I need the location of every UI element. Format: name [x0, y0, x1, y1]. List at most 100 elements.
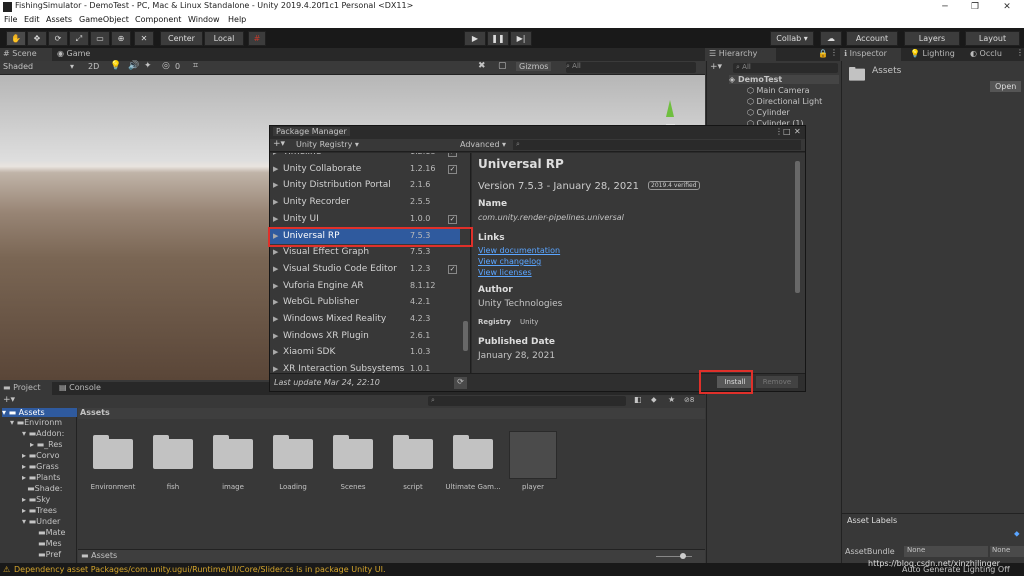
more-options-icon[interactable]: ⋮ — [1016, 48, 1024, 57]
cloud-icon[interactable]: ☁ — [820, 31, 842, 46]
remove-button[interactable]: Remove — [756, 376, 798, 388]
pm-detail-scrollbar[interactable] — [795, 161, 800, 293]
hierarchy-item[interactable]: ⬡ Directional Light — [747, 97, 822, 106]
tree-item[interactable]: ▬Pref — [38, 550, 61, 559]
advanced-dropdown[interactable]: Advanced ▾ — [460, 140, 506, 149]
pivot-local-button[interactable]: Local — [204, 31, 244, 46]
asset-bundle-variant-dropdown[interactable]: None — [990, 546, 1024, 557]
rotate-tool-icon[interactable]: ⟳ — [48, 31, 68, 46]
scene-search-input[interactable]: ⌕ All — [566, 62, 696, 73]
tree-item[interactable]: ▸ ▬Plants — [22, 473, 60, 482]
pm-list-scrollbar[interactable] — [463, 321, 468, 351]
open-button[interactable]: Open — [990, 81, 1022, 92]
expand-arrow-icon[interactable]: ▶ — [273, 328, 278, 344]
grid-snap-icon[interactable]: # — [248, 31, 266, 46]
menu-edit[interactable]: Edit — [24, 15, 40, 24]
tree-item[interactable]: ▬Mes — [38, 539, 62, 548]
hand-tool-icon[interactable]: ✋ — [6, 31, 26, 46]
tree-item[interactable]: ▸ ▬Grass — [22, 462, 59, 471]
package-row[interactable]: ▶ Vuforia Engine AR 8.1.12 — [270, 278, 460, 294]
slider-handle[interactable] — [680, 553, 686, 559]
hierarchy-search-input[interactable]: ⌕ All — [733, 63, 838, 73]
add-package-button[interactable]: +▾ — [273, 139, 285, 149]
expand-arrow-icon[interactable]: ▶ — [273, 344, 278, 360]
package-row[interactable]: ▶ Windows XR Plugin 2.6.1 — [270, 328, 460, 344]
project-search-input[interactable]: ⌕ — [428, 396, 626, 406]
tab-inspector[interactable]: ℹ Inspector — [841, 48, 901, 61]
play-button[interactable]: ▶ — [464, 31, 486, 46]
expand-arrow-icon[interactable]: ▶ — [273, 311, 278, 327]
scale-tool-icon[interactable]: ⤢ — [69, 31, 89, 46]
minimize-button[interactable]: ─ — [930, 0, 960, 14]
menu-window[interactable]: Window — [188, 15, 220, 24]
transform-tool-icon[interactable]: ⊕ — [111, 31, 131, 46]
changelog-link[interactable]: View changelog — [478, 257, 541, 266]
tree-item[interactable]: ▬Mate — [38, 528, 65, 537]
move-tool-icon[interactable]: ✥ — [27, 31, 47, 46]
tools-icon[interactable]: ✖ — [478, 61, 486, 71]
scene-visibility-icon[interactable]: ◎ — [162, 61, 170, 71]
layout-dropdown[interactable]: Layout — [965, 31, 1020, 46]
create-button[interactable]: +▾ — [710, 62, 722, 72]
tab-project[interactable]: ▬ Project — [0, 382, 52, 395]
package-row[interactable]: ▶ Unity Distribution Portal 2.1.6 — [270, 177, 460, 193]
pm-search-input[interactable]: ⌕ — [513, 140, 801, 150]
expand-arrow-icon[interactable]: ▶ — [273, 194, 278, 210]
expand-arrow-icon[interactable]: ▶ — [273, 361, 278, 373]
hidden-packages-count[interactable]: ⊘8 — [684, 396, 694, 404]
menu-component[interactable]: Component — [135, 15, 181, 24]
expand-arrow-icon[interactable]: ▶ — [273, 161, 278, 177]
rect-tool-icon[interactable]: ▭ — [90, 31, 110, 46]
gizmos-dropdown[interactable]: Gizmos — [516, 62, 552, 71]
favorite-star-icon[interactable]: ★ — [668, 395, 675, 404]
package-row[interactable]: ▶ Unity UI 1.0.0 ✓ — [270, 211, 460, 227]
tree-item[interactable]: ▾ ▬Under — [22, 517, 60, 526]
pause-button[interactable]: ❚❚ — [487, 31, 509, 46]
tab-occlusion[interactable]: ◐ Occlu — [967, 48, 1015, 61]
layers-dropdown[interactable]: Layers — [904, 31, 960, 46]
lock-icon[interactable]: 🔒 — [818, 49, 828, 58]
2d-toggle[interactable]: 2D — [88, 62, 99, 71]
menu-file[interactable]: File — [4, 15, 17, 24]
registry-dropdown[interactable]: Unity Registry ▾ — [296, 140, 359, 149]
package-row[interactable]: ▶ Timeline 1.2.18 ✓ — [270, 153, 460, 160]
expand-arrow-icon[interactable]: ▶ — [273, 211, 278, 227]
expand-arrow-icon[interactable]: ▶ — [273, 278, 278, 294]
close-icon[interactable]: ✕ — [794, 127, 801, 136]
lighting-toggle-icon[interactable]: 💡 — [110, 61, 121, 71]
camera-settings-icon[interactable]: ⌗ — [193, 61, 198, 71]
breadcrumb[interactable]: ▬ Assets — [81, 551, 117, 560]
audio-toggle-icon[interactable]: 🔊 — [128, 61, 139, 71]
more-options-icon[interactable]: ⋮ — [775, 127, 783, 136]
tree-item-assets[interactable]: ▾ ▬ Assets — [2, 408, 77, 417]
tab-game[interactable]: ◉ Game — [54, 48, 94, 61]
tab-lighting[interactable]: 💡 Lighting — [907, 48, 965, 61]
account-dropdown[interactable]: Account — [846, 31, 898, 46]
effects-toggle-icon[interactable]: ✦ — [144, 61, 152, 71]
tree-item[interactable]: ▸ ▬Sky — [22, 495, 50, 504]
tree-item[interactable]: ▾ ▬Environm — [10, 418, 62, 427]
search-by-label-icon[interactable]: ⬥ — [651, 395, 657, 405]
package-row[interactable]: ▶ WebGL Publisher 4.2.1 — [270, 294, 460, 310]
maximize-button[interactable]: ❐ — [960, 0, 990, 14]
menu-help[interactable]: Help — [228, 15, 246, 24]
tree-item[interactable]: ▬Shade: — [22, 484, 62, 493]
custom-tool-icon[interactable]: ✕ — [134, 31, 154, 46]
icon-size-slider[interactable] — [656, 556, 692, 557]
more-options-icon[interactable]: ⋮ — [830, 48, 838, 57]
asset-bundle-dropdown[interactable]: None — [904, 546, 988, 557]
search-by-type-icon[interactable]: ◧ — [634, 395, 642, 404]
tree-item[interactable]: ▾ ▬Addon: — [22, 429, 64, 438]
tab-hierarchy[interactable]: ☰ Hierarchy — [706, 48, 776, 61]
tab-console[interactable]: ▤ Console — [56, 382, 108, 395]
package-row[interactable]: ▶ Unity Recorder 2.5.5 — [270, 194, 460, 210]
package-row[interactable]: ▶ Unity Collaborate 1.2.16 ✓ — [270, 161, 460, 177]
package-row[interactable]: ▶ Windows Mixed Reality 4.2.3 — [270, 311, 460, 327]
hierarchy-item[interactable]: ⬡ Cylinder — [747, 108, 790, 117]
licenses-link[interactable]: View licenses — [478, 268, 532, 277]
tree-item[interactable]: ▸ ▬Trees — [22, 506, 57, 515]
expand-arrow-icon[interactable]: ▶ — [273, 177, 278, 193]
expand-arrow-icon[interactable]: ▶ — [273, 153, 278, 160]
hierarchy-item[interactable]: ⬡ Main Camera — [747, 86, 810, 95]
maximize-icon[interactable]: □ — [783, 127, 791, 136]
